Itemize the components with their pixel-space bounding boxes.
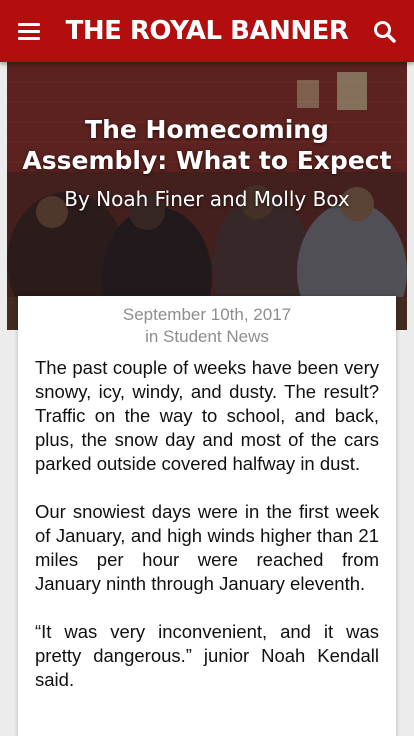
article-category[interactable]: in Student News: [35, 326, 379, 348]
article-headline: The Homecoming Assembly: What to Expect: [22, 115, 392, 175]
article-paragraph: The past couple of weeks have been very …: [35, 357, 379, 474]
article-date: September 10th, 2017: [122, 305, 292, 324]
search-icon[interactable]: [372, 19, 398, 45]
top-navigation-bar: THE ROYAL BANNER: [0, 0, 414, 62]
article-byline: By Noah Finer and Molly Box: [64, 187, 350, 211]
site-title[interactable]: THE ROYAL BANNER: [0, 14, 414, 48]
hero-image: The Homecoming Assembly: What to Expect …: [7, 62, 407, 330]
article-paragraph: “It was very inconvenient, and it was pr…: [35, 621, 379, 690]
article-card: September 10th, 2017 in Student News The…: [18, 296, 396, 736]
article-paragraph: Our snowiest days were in the first week…: [35, 501, 379, 594]
article-body: The past couple of weeks have been very …: [35, 356, 379, 692]
